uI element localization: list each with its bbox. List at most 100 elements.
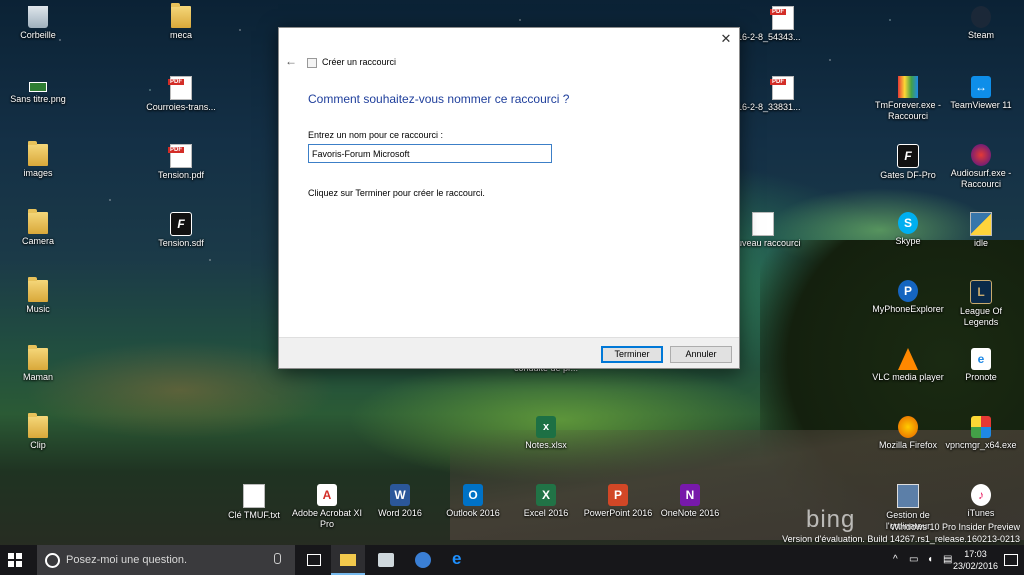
dialog-title: Créer un raccourci	[322, 57, 397, 67]
folder-icon	[28, 277, 48, 302]
desktop-icon-label: Mozilla Firefox	[878, 440, 937, 450]
desktop-icon-label: League Of Legends	[959, 306, 1003, 327]
vlc-icon	[898, 348, 918, 370]
shortcut-name-input[interactable]	[308, 144, 552, 163]
desktop-icon-gates[interactable]: F Gates DF-Pro	[870, 144, 946, 181]
desktop-icon-excel[interactable]: X Excel 2016	[508, 484, 584, 519]
desktop-icon-corbeille[interactable]: Corbeille	[0, 6, 76, 41]
volume-icon[interactable]: ◖	[927, 554, 933, 565]
desktop-icon-word[interactable]: W Word 2016	[362, 484, 438, 519]
desktop-icon-music[interactable]: Music	[0, 277, 76, 315]
clock-time: 17:03	[964, 549, 987, 559]
shortcut-wizard-icon	[307, 58, 317, 68]
desktop-icon-powerpoint[interactable]: P PowerPoint 2016	[580, 484, 656, 519]
desktop-icon-label: Skype	[895, 236, 921, 246]
desktop-icon-idle[interactable]: idle	[943, 212, 1019, 249]
desktop-icon-league[interactable]: L League Of Legends	[943, 280, 1019, 328]
clock[interactable]: 17:03 23/02/2016	[953, 548, 998, 572]
desktop-icon-steam[interactable]: Steam	[943, 6, 1019, 41]
finish-hint: Cliquez sur Terminer pour créer le racco…	[308, 188, 485, 198]
desktop-icon-firefox[interactable]: Mozilla Firefox	[870, 416, 946, 451]
desktop-icon-label: Excel 2016	[523, 508, 569, 518]
league-of-legends-icon: L	[970, 280, 992, 304]
taskbar: Posez-moi une question. e ^ ▭ ◖ ▤ 17:03 …	[0, 545, 1024, 575]
desktop-icon-maman[interactable]: Maman	[0, 345, 76, 383]
acrobat-icon: A	[317, 484, 337, 506]
desktop-icon-label: idle	[973, 238, 988, 248]
text-file-icon	[243, 484, 265, 508]
desktop-icon-outlook[interactable]: O Outlook 2016	[435, 484, 511, 519]
cortana-icon	[45, 553, 60, 568]
desktop-icon-acrobat[interactable]: A Adobe Acrobat XI Pro	[289, 484, 365, 530]
shortcut-file-icon	[752, 212, 774, 236]
task-view-icon	[307, 554, 321, 566]
desktop-icon-teamviewer[interactable]: ↔ TeamViewer 11	[943, 76, 1019, 111]
action-center-icon[interactable]	[1004, 554, 1018, 566]
keyboard-icon[interactable]: ▤	[943, 554, 952, 565]
desktop-icon-tension-sdf[interactable]: F Tension.sdf	[143, 212, 219, 249]
desktop-icon-skype[interactable]: S Skype	[870, 212, 946, 247]
desktop-icon-label: OneNote 2016	[660, 508, 720, 518]
folder-icon	[28, 413, 48, 438]
pdf-file-icon	[770, 6, 794, 30]
python-idle-icon	[970, 212, 992, 236]
manager-app-button[interactable]	[406, 545, 440, 575]
search-placeholder: Posez-moi une question.	[66, 554, 188, 566]
desktop-icon-itunes[interactable]: ♪ iTunes	[943, 484, 1019, 519]
show-hidden-icons-icon[interactable]: ^	[893, 554, 898, 565]
store-icon	[378, 553, 394, 567]
desktop-icon-clip[interactable]: Clip	[0, 413, 76, 451]
store-button[interactable]	[369, 545, 403, 575]
desktop-icon-label: Music	[26, 304, 50, 314]
back-arrow-icon[interactable]: ←	[285, 54, 297, 68]
network-icon[interactable]: ▭	[909, 554, 918, 565]
folder-icon	[171, 3, 191, 28]
desktop-icon-myphoneexplorer[interactable]: P MyPhoneExplorer	[870, 280, 946, 315]
folder-icon	[28, 141, 48, 166]
desktop-icon-pdf-33831[interactable]: 16-2-8_33831...	[737, 76, 821, 113]
desktop-icon-audiosurf[interactable]: Audiosurf.exe - Raccourci	[943, 144, 1019, 190]
desktop-icon-label: TmForever.exe - Raccourci	[874, 100, 941, 121]
finish-button[interactable]: Terminer	[601, 346, 663, 363]
desktop-icon-pronote[interactable]: e Pronote	[943, 348, 1019, 383]
desktop-icon-cle-tmuf[interactable]: Clé TMUF.txt	[216, 484, 292, 521]
task-view-button[interactable]	[297, 545, 331, 575]
outlook-icon: O	[463, 484, 483, 506]
create-shortcut-dialog: ✕ ← Créer un raccourci Comment souhaitez…	[278, 27, 740, 369]
file-explorer-button[interactable]	[331, 545, 365, 575]
edge-button[interactable]: e	[443, 545, 477, 575]
desktop-icon-label: 16-2-8_33831...	[737, 102, 801, 112]
windows-start-icon[interactable]	[8, 553, 22, 567]
desktop-icon-label: Tension.pdf	[157, 170, 205, 180]
desktop-icon-label: MyPhoneExplorer	[872, 304, 944, 314]
desktop-icon-tension-pdf[interactable]: Tension.pdf	[143, 144, 219, 181]
desktop-icon-label: VLC media player	[872, 372, 944, 382]
desktop-icon-notes-xlsx[interactable]: x Notes.xlsx	[508, 416, 584, 451]
desktop-icon-courroies[interactable]: Courroies-trans...	[143, 76, 219, 113]
close-icon[interactable]: ✕	[719, 32, 733, 46]
desktop-icon-label: Steam	[967, 30, 994, 40]
cortana-search-box[interactable]: Posez-moi une question.	[37, 545, 295, 575]
desktop-icon-camera[interactable]: Camera	[0, 209, 76, 247]
desktop-icon-vpncmgr[interactable]: vpncmgr_x64.exe	[943, 416, 1019, 451]
dialog-footer: Terminer Annuler	[279, 337, 739, 368]
desktop-icon-meca[interactable]: meca	[143, 3, 219, 41]
desktop-icon-vlc[interactable]: VLC media player	[870, 348, 946, 383]
folder-icon	[28, 345, 48, 370]
desktop-icon-images[interactable]: images	[0, 141, 76, 179]
skype-icon: S	[898, 212, 918, 234]
firefox-icon	[898, 416, 918, 438]
itunes-icon: ♪	[971, 484, 991, 506]
desktop-icon-label: Tension.sdf	[158, 238, 204, 248]
desktop-icon-pdf-54343[interactable]: 16-2-8_54343...	[737, 6, 821, 43]
desktop-icon-onenote[interactable]: N OneNote 2016	[652, 484, 728, 519]
desktop-icon-tmforever[interactable]: TmForever.exe - Raccourci	[870, 76, 946, 122]
excel-file-icon: x	[536, 416, 556, 438]
watermark-line1: Windows 10 Pro Insider Preview	[890, 522, 1020, 532]
desktop-icon-label: Courroies-trans...	[146, 102, 216, 112]
cancel-button[interactable]: Annuler	[670, 346, 732, 363]
desktop-icon-label: iTunes	[967, 508, 995, 518]
desktop-icon-sans-titre[interactable]: Sans titre.png	[0, 76, 76, 105]
computer-management-icon	[897, 484, 919, 508]
microphone-icon[interactable]	[274, 553, 281, 564]
